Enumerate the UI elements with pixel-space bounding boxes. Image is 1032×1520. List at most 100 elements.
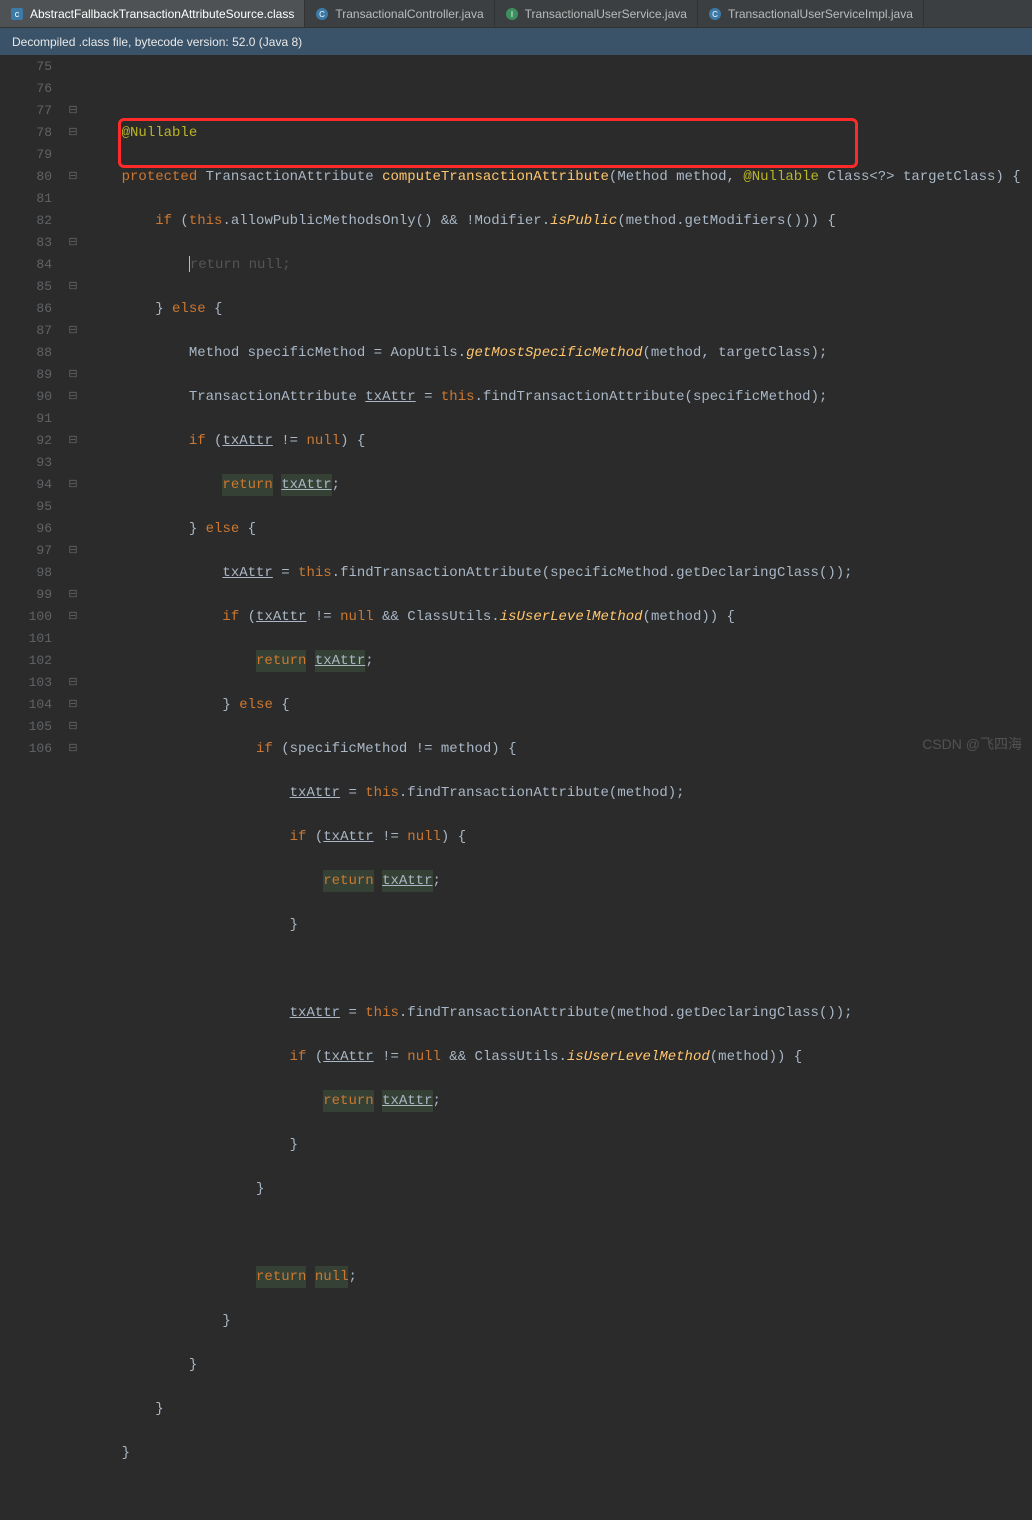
- code-line: txAttr = this.findTransactionAttribute(m…: [88, 1002, 1032, 1024]
- code-line: Method specificMethod = AopUtils.getMost…: [88, 342, 1032, 364]
- code-line: }: [88, 1310, 1032, 1332]
- fold-marker[interactable]: ⊟: [58, 386, 88, 408]
- code-line: }: [88, 1398, 1032, 1420]
- fold-marker[interactable]: ⊟: [58, 474, 88, 496]
- tab-label: TransactionalUserService.java: [525, 7, 687, 21]
- tab-label: AbstractFallbackTransactionAttributeSour…: [30, 7, 294, 21]
- fold-marker[interactable]: ⊟: [58, 716, 88, 738]
- line-number: 102: [0, 650, 52, 672]
- line-number: 98: [0, 562, 52, 584]
- code-line: if (txAttr != null && ClassUtils.isUserL…: [88, 1046, 1032, 1068]
- tab-label: TransactionalController.java: [335, 7, 483, 21]
- code-line: return null;: [88, 1266, 1032, 1288]
- line-number: 93: [0, 452, 52, 474]
- code-line: } else {: [88, 694, 1032, 716]
- code-line: TransactionAttribute txAttr = this.findT…: [88, 386, 1032, 408]
- line-number: 75: [0, 56, 52, 78]
- code-area[interactable]: @Nullable protected TransactionAttribute…: [88, 56, 1032, 760]
- fold-marker[interactable]: ⊟: [58, 320, 88, 342]
- banner-text: Decompiled .class file, bytecode version…: [12, 35, 302, 49]
- line-number: 83: [0, 232, 52, 254]
- code-line: [88, 78, 1032, 100]
- fold-marker[interactable]: ⊟: [58, 430, 88, 452]
- line-number: 84: [0, 254, 52, 276]
- java-file-icon: I: [505, 7, 519, 21]
- code-line: return txAttr;: [88, 870, 1032, 892]
- line-number: 92: [0, 430, 52, 452]
- line-number: 103: [0, 672, 52, 694]
- tab-transactional-user-service-impl[interactable]: C TransactionalUserServiceImpl.java: [698, 0, 924, 27]
- code-line: return txAttr;: [88, 650, 1032, 672]
- line-number: 89: [0, 364, 52, 386]
- line-number: 91: [0, 408, 52, 430]
- code-line: if (txAttr != null) {: [88, 826, 1032, 848]
- line-number: 101: [0, 628, 52, 650]
- line-number: 97: [0, 540, 52, 562]
- fold-marker[interactable]: ⊟: [58, 738, 88, 760]
- line-number: 94: [0, 474, 52, 496]
- fold-marker[interactable]: ⊟: [58, 694, 88, 716]
- line-number: 81: [0, 188, 52, 210]
- line-number: 106: [0, 738, 52, 760]
- code-line: }: [88, 914, 1032, 936]
- code-line: txAttr = this.findTransactionAttribute(s…: [88, 562, 1032, 584]
- fold-marker[interactable]: ⊟: [58, 122, 88, 144]
- svg-text:I: I: [511, 10, 513, 19]
- fold-marker[interactable]: ⊟: [58, 100, 88, 122]
- line-number-gutter: 7576777879808182838485868788899091929394…: [0, 56, 58, 760]
- code-line: }: [88, 1178, 1032, 1200]
- line-number: 88: [0, 342, 52, 364]
- line-number: 76: [0, 78, 52, 100]
- line-number: 85: [0, 276, 52, 298]
- fold-column: ⊟ ⊟ ⊟ ⊟ ⊟ ⊟ ⊟ ⊟ ⊟ ⊟ ⊟ ⊟ ⊟ ⊟ ⊟ ⊟ ⊟: [58, 56, 88, 760]
- code-line: @Nullable: [88, 122, 1032, 144]
- fold-marker[interactable]: ⊟: [58, 540, 88, 562]
- tab-label: TransactionalUserServiceImpl.java: [728, 7, 913, 21]
- fold-marker[interactable]: ⊟: [58, 276, 88, 298]
- tab-abstract-fallback[interactable]: c AbstractFallbackTransactionAttributeSo…: [0, 0, 305, 27]
- fold-marker[interactable]: ⊟: [58, 166, 88, 188]
- code-line: }: [88, 1442, 1032, 1464]
- line-number: 96: [0, 518, 52, 540]
- code-line: return null;: [88, 254, 1032, 276]
- svg-text:C: C: [712, 10, 718, 19]
- code-editor[interactable]: 7576777879808182838485868788899091929394…: [0, 56, 1032, 760]
- code-line: } else {: [88, 518, 1032, 540]
- line-number: 86: [0, 298, 52, 320]
- line-number: 99: [0, 584, 52, 606]
- code-line: return txAttr;: [88, 474, 1032, 496]
- line-number: 79: [0, 144, 52, 166]
- line-number: 104: [0, 694, 52, 716]
- fold-marker[interactable]: ⊟: [58, 364, 88, 386]
- class-file-icon: c: [10, 7, 24, 21]
- line-number: 78: [0, 122, 52, 144]
- code-line: if (txAttr != null) {: [88, 430, 1032, 452]
- line-number: 95: [0, 496, 52, 518]
- code-line: }: [88, 1354, 1032, 1376]
- line-number: 80: [0, 166, 52, 188]
- java-file-icon: C: [315, 7, 329, 21]
- fold-marker[interactable]: ⊟: [58, 672, 88, 694]
- tab-transactional-user-service[interactable]: I TransactionalUserService.java: [495, 0, 698, 27]
- editor-tabs: c AbstractFallbackTransactionAttributeSo…: [0, 0, 1032, 28]
- code-line: } else {: [88, 298, 1032, 320]
- code-line: return txAttr;: [88, 1090, 1032, 1112]
- line-number: 105: [0, 716, 52, 738]
- code-line: if (specificMethod != method) {: [88, 738, 1032, 760]
- code-line: }: [88, 1134, 1032, 1156]
- java-file-icon: C: [708, 7, 722, 21]
- svg-text:C: C: [319, 10, 325, 19]
- code-line: [88, 1222, 1032, 1244]
- tab-transactional-controller[interactable]: C TransactionalController.java: [305, 0, 494, 27]
- decompiled-banner: Decompiled .class file, bytecode version…: [0, 28, 1032, 56]
- fold-marker[interactable]: ⊟: [58, 584, 88, 606]
- code-line: if (this.allowPublicMethodsOnly() && !Mo…: [88, 210, 1032, 232]
- line-number: 90: [0, 386, 52, 408]
- code-line: protected TransactionAttribute computeTr…: [88, 166, 1032, 188]
- code-line: if (txAttr != null && ClassUtils.isUserL…: [88, 606, 1032, 628]
- fold-marker[interactable]: ⊟: [58, 606, 88, 628]
- line-number: 100: [0, 606, 52, 628]
- svg-text:c: c: [15, 9, 20, 19]
- fold-marker[interactable]: ⊟: [58, 232, 88, 254]
- code-line: [88, 958, 1032, 980]
